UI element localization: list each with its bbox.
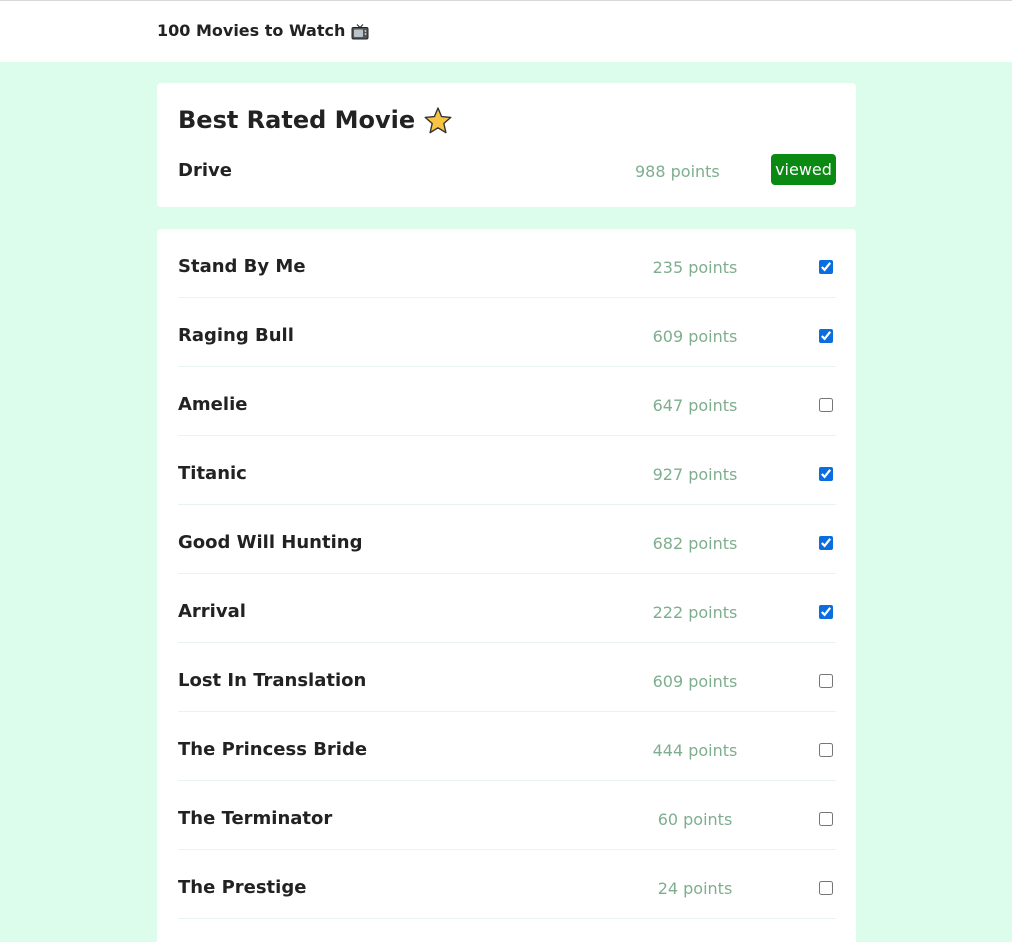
movie-points: 609 points [652, 672, 738, 691]
watched-checkbox[interactable] [819, 605, 833, 619]
movie-title: Stand By Me [178, 256, 306, 277]
top-navbar: 100 Movies to Watch [0, 0, 1012, 62]
movie-points: 235 points [652, 258, 738, 277]
watched-checkbox[interactable] [819, 329, 833, 343]
list-item: Arrival 222 points [178, 574, 836, 643]
movie-title: The Princess Bride [178, 739, 368, 760]
movie-points: 609 points [652, 327, 738, 346]
best-movie-points: 988 points [635, 162, 720, 181]
tv-icon [351, 23, 369, 40]
movie-points: 444 points [652, 741, 738, 760]
movie-title: Raging Bull [178, 325, 294, 346]
movie-title: Amelie [178, 394, 248, 415]
movie-title: Arrival [178, 601, 246, 622]
watched-checkbox[interactable] [819, 743, 833, 757]
watched-checkbox[interactable] [819, 536, 833, 550]
list-item: The Princess Bride 444 points [178, 712, 836, 781]
movie-points: 60 points [657, 810, 733, 829]
movie-title: The Prestige [178, 877, 307, 898]
best-rated-heading: Best Rated Movie [178, 105, 453, 135]
watched-checkbox[interactable] [819, 812, 833, 826]
star-icon [423, 106, 453, 136]
watched-checkbox[interactable] [819, 260, 833, 274]
movie-points: 222 points [652, 603, 738, 622]
best-movie-title: Drive [178, 160, 232, 181]
app-title[interactable]: 100 Movies to Watch [157, 21, 369, 40]
list-item: Titanic 927 points [178, 436, 836, 505]
list-item: Amelie 647 points [178, 367, 836, 436]
movie-title: Good Will Hunting [178, 532, 363, 553]
movie-points: 682 points [652, 534, 738, 553]
movie-points: 927 points [652, 465, 738, 484]
best-rated-card: Best Rated Movie Drive 988 points viewed [157, 83, 856, 207]
list-item: Raging Bull 609 points [178, 298, 836, 367]
movie-list: Stand By Me 235 points Raging Bull 609 p… [157, 229, 856, 942]
movie-title: The Terminator [178, 808, 333, 829]
watched-checkbox[interactable] [819, 881, 833, 895]
watched-checkbox[interactable] [819, 467, 833, 481]
movie-title: Lost In Translation [178, 670, 367, 691]
app-title-text: 100 Movies to Watch [157, 21, 346, 40]
best-rated-heading-text: Best Rated Movie [178, 106, 416, 134]
watched-checkbox[interactable] [819, 674, 833, 688]
list-item: Good Will Hunting 682 points [178, 505, 836, 574]
list-item: The Prestige 24 points [178, 850, 836, 919]
movie-title: Titanic [178, 463, 247, 484]
movie-points: 647 points [652, 396, 738, 415]
list-item: The Terminator 60 points [178, 781, 836, 850]
list-item: Stand By Me 235 points [178, 229, 836, 298]
watched-checkbox[interactable] [819, 398, 833, 412]
list-item: Lost In Translation 609 points [178, 643, 836, 712]
viewed-badge: viewed [771, 154, 836, 185]
movie-points: 24 points [657, 879, 733, 898]
